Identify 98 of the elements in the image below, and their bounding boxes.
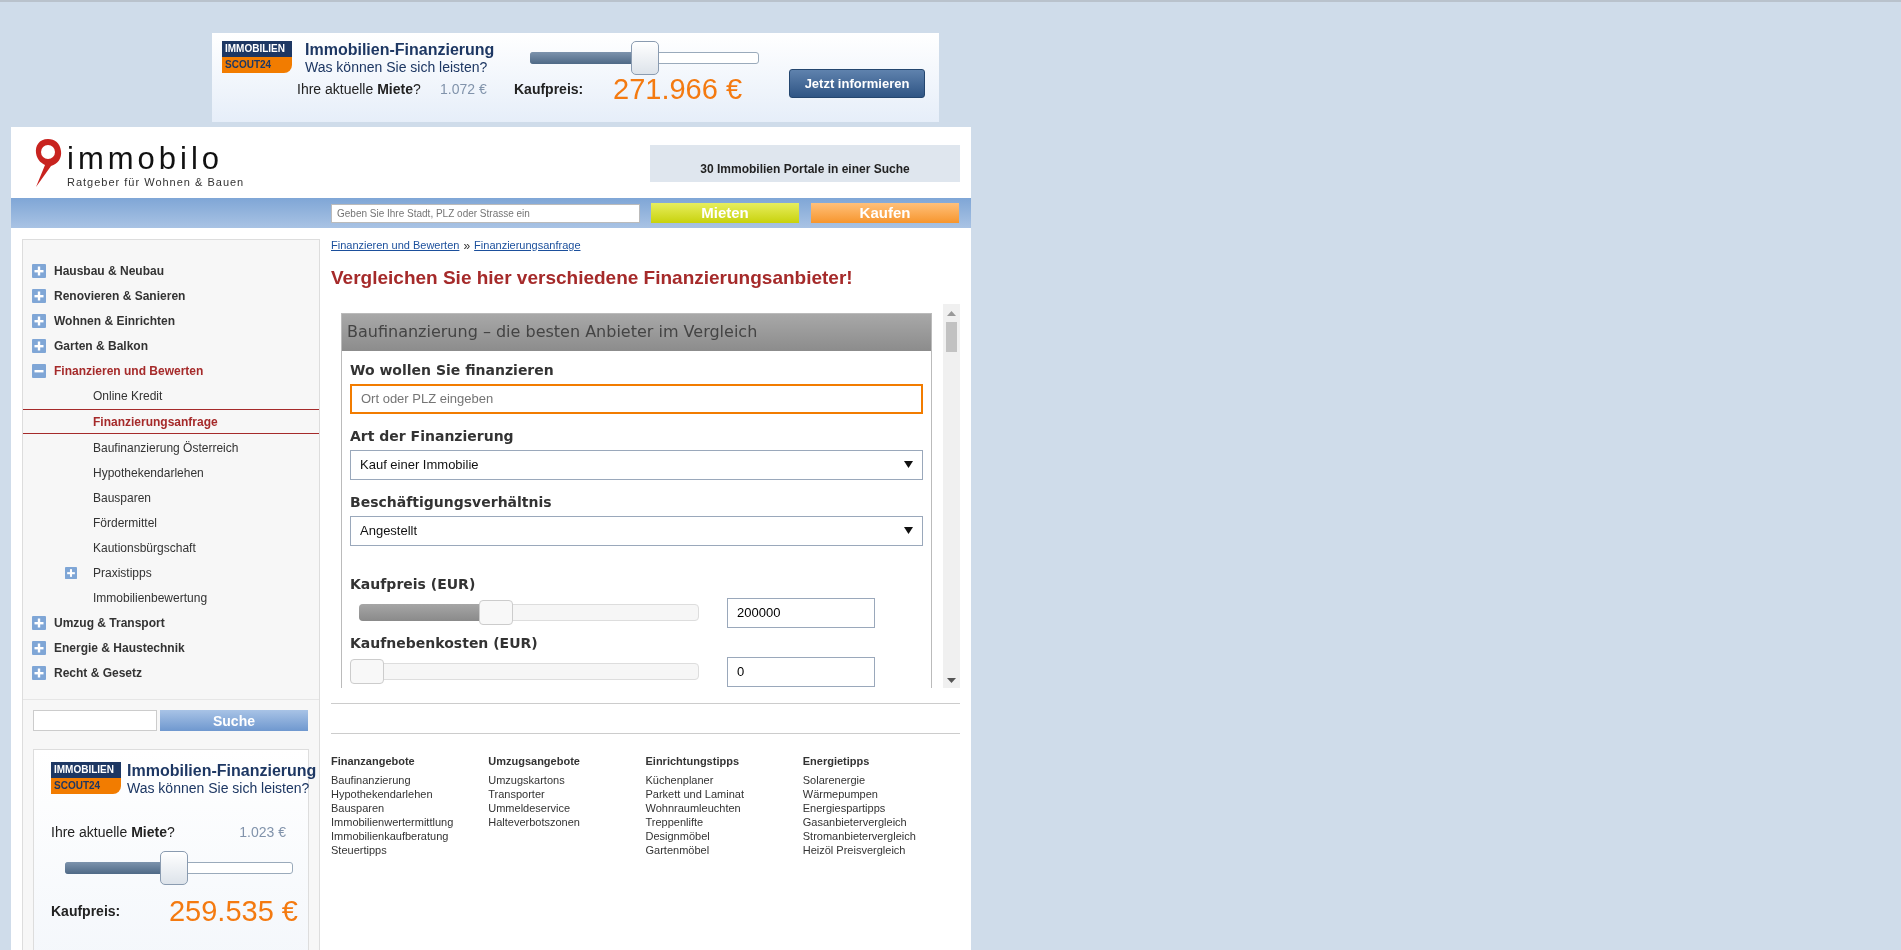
footer-link[interactable]: Küchenplaner xyxy=(645,773,803,787)
footer-link[interactable]: Gartenmöbel xyxy=(645,843,803,857)
sidebar-item[interactable]: Umzug & Transport xyxy=(23,610,319,635)
ad-banner[interactable]: IMMOBILIEN SCOUT24 Immobilien-Finanzierung Was können Sie sich leisten? Ihre aktuelle Miete? 1.072 € Kaufpreis: 271.966 € Jetzt informieren xyxy=(212,33,939,122)
footer-link[interactable]: Treppenlifte xyxy=(645,815,803,829)
search-field[interactable] xyxy=(33,710,157,731)
sidebar-subitem[interactable]: Online Kredit xyxy=(23,383,319,408)
footer-link[interactable]: Gasanbietervergleich xyxy=(802,815,960,829)
breadcrumb-link[interactable]: Finanzierungsanfrage xyxy=(474,237,581,255)
price-label: Kaufpreis: xyxy=(514,80,585,100)
footer-link[interactable]: Bausparen xyxy=(331,801,489,815)
sidebar-subitem[interactable]: Kautionsbürgschaft xyxy=(23,535,319,560)
info-button[interactable]: Jetzt informieren xyxy=(789,69,925,99)
caret-icon xyxy=(904,461,914,468)
plus-icon xyxy=(32,615,46,630)
plus-icon xyxy=(32,263,46,278)
scout24-logo: IMMOBILIEN SCOUT24 xyxy=(51,762,121,794)
scrollbar[interactable] xyxy=(943,303,960,688)
ad-subtitle: Was können Sie sich leisten? xyxy=(127,780,311,797)
sidebar-subitem[interactable]: Fördermittel xyxy=(23,510,319,535)
slider-thumb[interactable] xyxy=(479,600,514,625)
price-value: 259.535 € xyxy=(169,897,298,927)
rent-label: Ihre aktuelle Miete? xyxy=(297,80,422,100)
footer-link[interactable]: Immobilienwertermittlung xyxy=(331,815,489,829)
footer-heading: Energietipps xyxy=(802,753,871,769)
page-heading: Vergleichen Sie hier verschiedene Finanzierungsanbieter! xyxy=(331,266,854,290)
rent-value: 1.072 € xyxy=(440,80,488,100)
footer-link[interactable]: Designmöbel xyxy=(645,829,803,843)
sidebar-subitem[interactable]: Baufinanzierung Österreich xyxy=(23,435,319,460)
caret-icon xyxy=(904,527,914,534)
down-arrow-icon xyxy=(947,675,956,684)
sidebar-subitem[interactable]: Finanzierungsanfrage xyxy=(23,409,319,434)
dropdown[interactable]: Angestellt xyxy=(350,515,924,546)
plus-icon xyxy=(32,313,46,328)
footer-link[interactable]: Immobilienkaufberatung xyxy=(331,829,489,843)
footer-link[interactable]: Transporter xyxy=(488,787,646,801)
plus-icon xyxy=(32,665,46,680)
ad-title: Immobilien-Finanzierung xyxy=(127,762,317,781)
footer-link[interactable]: Heizöl Preisvergleich xyxy=(802,843,960,857)
footer-link[interactable]: Hypothekendarlehen xyxy=(331,787,489,801)
price-label: Kaufpreis: xyxy=(51,902,121,922)
plus-icon xyxy=(32,288,46,303)
footer-link[interactable]: Wärmepumpen xyxy=(802,787,960,801)
breadcrumb-link[interactable]: Finanzieren und Bewerten xyxy=(331,237,460,255)
plus-icon xyxy=(32,338,46,353)
plus-icon xyxy=(65,566,77,579)
field-label: Kaufpreis (EUR) xyxy=(350,574,477,594)
plus-icon xyxy=(32,640,46,655)
scout24-logo: IMMOBILIEN SCOUT24 xyxy=(222,41,292,73)
footer-link[interactable]: Halteverbotszonen xyxy=(488,815,646,829)
footer-link[interactable]: Stromanbietervergleich xyxy=(802,829,960,843)
input-field[interactable]: Ort oder PLZ eingeben xyxy=(350,383,924,414)
footer-link[interactable]: Steuertipps xyxy=(331,843,489,857)
field-label: Kaufnebenkosten (EUR) xyxy=(350,633,539,653)
search-field[interactable]: Geben Sie Ihre Stadt, PLZ oder Strasse ein xyxy=(331,203,640,223)
field-label: Art der Finanzierung xyxy=(350,426,515,446)
field-label: Wo wollen Sie finanzieren xyxy=(350,360,555,380)
ad-subtitle: Was können Sie sich leisten? xyxy=(305,59,489,76)
sidebar-subitem[interactable]: Bausparen xyxy=(23,485,319,510)
ad-title: Immobilien-Finanzierung xyxy=(305,41,496,60)
dropdown[interactable]: Kauf einer Immobilie xyxy=(350,449,924,480)
number-field[interactable]: 200000 xyxy=(727,597,875,628)
up-arrow-icon xyxy=(947,309,956,318)
slider-thumb[interactable] xyxy=(160,851,189,886)
footer-link[interactable]: Umzugskartons xyxy=(488,773,646,787)
sidebar-item[interactable]: Hausbau & Neubau xyxy=(23,258,319,283)
slider-thumb[interactable] xyxy=(630,41,659,75)
scrollbar-thumb[interactable] xyxy=(946,321,957,352)
footer-link[interactable]: Energiespartipps xyxy=(802,801,960,815)
logo-tagline: Ratgeber für Wohnen & Bauen xyxy=(67,175,245,190)
sidebar-item[interactable]: Wohnen & Einrichten xyxy=(23,308,319,333)
slider-thumb[interactable] xyxy=(350,659,384,684)
sidebar-item[interactable]: Renovieren & Sanieren xyxy=(23,283,319,308)
breadcrumb-separator: » xyxy=(463,238,471,255)
sidebar-item[interactable]: Energie & Haustechnik xyxy=(23,635,319,660)
footer-heading: Einrichtungstipps xyxy=(645,753,740,769)
sidebar-subitem[interactable]: Hypothekendarlehen xyxy=(23,460,319,485)
footer-link[interactable]: Solarenergie xyxy=(802,773,960,787)
footer-link[interactable]: Ummeldeservice xyxy=(488,801,646,815)
sidebar-item[interactable]: Recht & Gesetz xyxy=(23,660,319,685)
sidebar-item[interactable]: Garten & Balkon xyxy=(23,333,319,358)
logo-text: immobilo xyxy=(67,143,225,174)
rent-label: Ihre aktuelle Miete? xyxy=(51,823,175,843)
promo-banner: 30 Immobilien Portale in einer Suche xyxy=(650,145,960,182)
rent-value: 1.023 € xyxy=(239,823,286,843)
footer-link[interactable]: Wohnraumleuchten xyxy=(645,801,803,815)
footer-heading: Finanzangebote xyxy=(331,753,416,769)
price-value: 271.966 € xyxy=(613,75,743,105)
footer-link[interactable]: Parkett und Laminat xyxy=(645,787,803,801)
form-title: Baufinanzierung – die besten Anbieter im Vergleich xyxy=(342,313,932,351)
sidebar-subitem[interactable]: Praxistipps xyxy=(23,560,319,585)
footer-heading: Umzugsangebote xyxy=(488,753,581,769)
number-field[interactable]: 0 xyxy=(727,656,875,687)
field-label: Beschäftigungsverhältnis xyxy=(350,492,553,512)
footer-link[interactable]: Baufinanzierung xyxy=(331,773,489,787)
minus-icon xyxy=(32,363,46,378)
sidebar-subitem[interactable]: Immobilienbewertung xyxy=(23,585,319,610)
sidebar-item[interactable]: Finanzieren und Bewerten xyxy=(23,358,319,383)
